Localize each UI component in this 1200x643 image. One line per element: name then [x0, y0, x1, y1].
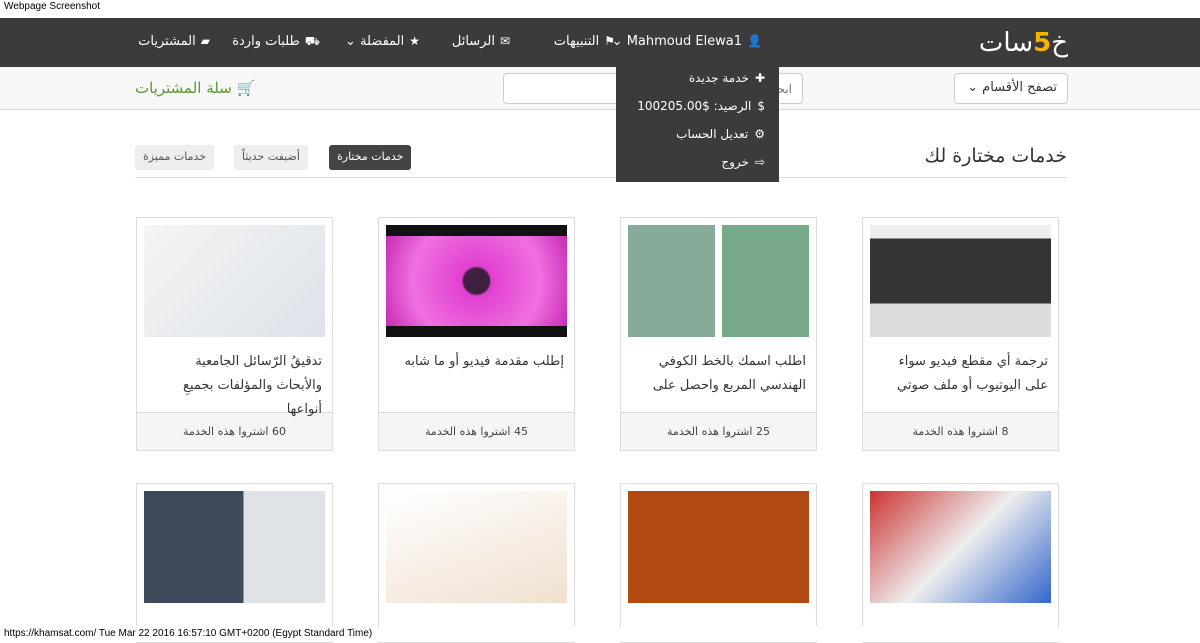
- truck-icon: ⛟: [304, 34, 320, 48]
- menu-label: خدمة جديدة: [688, 71, 749, 85]
- nav-notifications[interactable]: ⚑ التنبيهات: [554, 34, 615, 49]
- service-thumbnail[interactable]: [386, 491, 567, 603]
- menu-item-new-service[interactable]: ✚ خدمة جديدة: [616, 70, 779, 98]
- nav-label: الرسائل: [451, 34, 495, 49]
- cart-link[interactable]: 🛒 سلة المشتريات: [135, 79, 255, 97]
- divider: [135, 177, 1067, 178]
- service-thumbnail[interactable]: [628, 491, 809, 603]
- tab-selected-services[interactable]: خدمات مختارة: [329, 145, 412, 170]
- browse-categories-dropdown[interactable]: تصفح الأقسام ⌄: [954, 73, 1068, 104]
- menu-label: الرصيد: $100205.00: [637, 99, 752, 113]
- purchase-count: 8 اشتروا هذه الخدمة: [863, 412, 1058, 450]
- window-caption: Webpage Screenshot: [4, 1, 100, 12]
- star-icon: ★: [409, 34, 420, 48]
- menu-item-logout[interactable]: ⇨ خروج: [616, 154, 779, 182]
- menu-label: خروج: [721, 155, 749, 169]
- logo-text: سات: [978, 28, 1034, 58]
- user-dropdown-menu: ✚ خدمة جديدة $ الرصيد: $100205.00 ⚙ تعديل ا…: [616, 66, 779, 182]
- service-card[interactable]: [136, 483, 333, 643]
- username: Mahmoud Elewa1: [626, 34, 743, 49]
- cart-icon: 🛒: [236, 79, 256, 97]
- service-title[interactable]: اطلب اسمك بالخط الكوفي الهندسي المربع وا…: [621, 344, 816, 412]
- khamsat-logo[interactable]: خ5سات: [979, 28, 1068, 58]
- section-title: خدمات مختارة لك: [924, 145, 1067, 167]
- service-thumbnail[interactable]: [144, 491, 325, 603]
- user-icon: 👤: [747, 34, 762, 48]
- service-thumbnail[interactable]: [386, 225, 567, 337]
- user-menu-toggle[interactable]: 👤Mahmoud Elewa1 ⌄: [612, 34, 762, 49]
- nav-favorites[interactable]: ★ المفضلة ⌄: [345, 34, 420, 49]
- logo-text: خ: [1051, 28, 1068, 58]
- service-title[interactable]: ترجمة أي مقطع فيديو سواء على اليوتيوب أو…: [863, 344, 1058, 412]
- dropdown-label: تصفح الأقسام: [982, 80, 1057, 95]
- top-navbar: خ5سات 👤 Mahmoud Elewa1 ⌄ ⚑ التنبيهات ✉ الرس…: [0, 18, 1200, 67]
- purchase-count: 45 اشتروا هذه الخدمة: [379, 412, 574, 450]
- chevron-down-icon: ⌄: [344, 34, 356, 49]
- nav-incoming-orders[interactable]: ⛟ طلبات واردة: [232, 34, 320, 50]
- service-thumbnail[interactable]: [628, 225, 809, 337]
- chevron-down-icon: ⌄: [967, 80, 979, 95]
- service-card[interactable]: [862, 483, 1059, 643]
- service-thumbnail[interactable]: [870, 491, 1051, 603]
- menu-label: تعديل الحساب: [676, 127, 749, 141]
- dollar-icon: $: [757, 99, 765, 113]
- sign-out-icon: ⇨: [754, 155, 765, 169]
- tab-recently-added[interactable]: أضيفت حديثاً: [234, 145, 308, 170]
- nav-label: طلبات واردة: [232, 34, 300, 49]
- service-card[interactable]: تدقيقُ الرّسائل الجامعية والأبحاث والمؤل…: [136, 217, 333, 451]
- plus-icon: ✚: [754, 71, 765, 85]
- service-thumbnail[interactable]: [870, 225, 1051, 337]
- service-card[interactable]: إطلب مقدمة فيديو أو ما شابه 45 اشتروا هذ…: [378, 217, 575, 451]
- nav-label: المفضلة: [360, 34, 405, 49]
- nav-label: المشتريات: [138, 34, 196, 49]
- nav-label: التنبيهات: [553, 34, 600, 49]
- logo-five: 5: [1033, 28, 1052, 58]
- menu-item-edit-account[interactable]: ⚙ تعديل الحساب: [616, 126, 779, 154]
- service-title[interactable]: تدقيقُ الرّسائل الجامعية والأبحاث والمؤل…: [137, 344, 332, 417]
- nav-purchases[interactable]: ▰ المشتريات: [138, 34, 210, 49]
- status-bar: https://khamsat.com/ Tue Mar 22 2016 16:…: [0, 626, 1200, 642]
- nav-messages[interactable]: ✉ الرسائل: [452, 34, 510, 49]
- envelope-icon: ✉: [499, 34, 510, 48]
- tab-featured[interactable]: خدمات مميزة: [135, 145, 215, 170]
- service-thumbnail[interactable]: [144, 225, 325, 337]
- service-title[interactable]: إطلب مقدمة فيديو أو ما شابه: [379, 344, 574, 412]
- gear-icon: ⚙: [754, 127, 765, 141]
- flag-icon: ⚑: [604, 34, 615, 48]
- purchase-count: 25 اشتروا هذه الخدمة: [621, 412, 816, 450]
- cart-label: سلة المشتريات: [135, 79, 232, 97]
- service-card[interactable]: اطلب اسمك بالخط الكوفي الهندسي المربع وا…: [620, 217, 817, 451]
- menu-item-balance[interactable]: $ الرصيد: $100205.00: [616, 98, 779, 126]
- service-card[interactable]: [378, 483, 575, 643]
- service-card[interactable]: ترجمة أي مقطع فيديو سواء على اليوتيوب أو…: [862, 217, 1059, 451]
- service-card[interactable]: [620, 483, 817, 643]
- folder-open-icon: ▰: [200, 34, 210, 48]
